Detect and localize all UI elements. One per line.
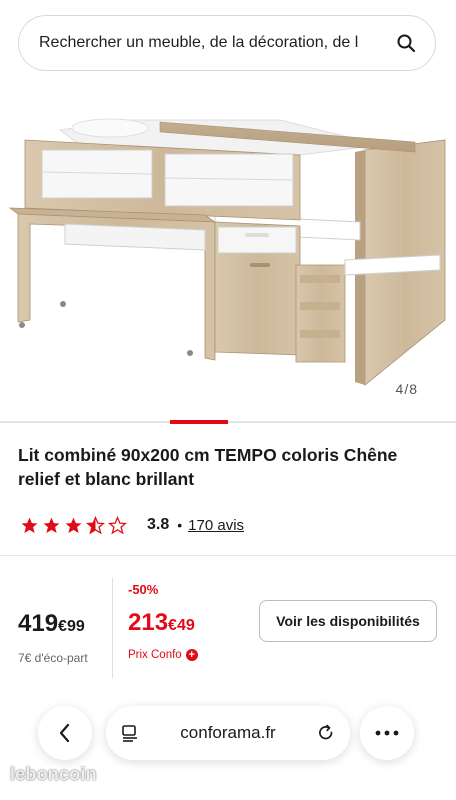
sale-price-main: 213 (128, 609, 169, 636)
gallery-progress-track (0, 421, 456, 423)
plus-icon[interactable]: + (185, 649, 198, 661)
search-bar[interactable]: Rechercher un meuble, de la décoration, … (18, 15, 436, 71)
chevron-left-icon (59, 723, 70, 743)
prix-confo-info[interactable]: Prix Confo + (128, 649, 198, 661)
reference-price-main: 419 (18, 610, 59, 637)
back-button[interactable] (38, 706, 92, 760)
star-empty-icon (108, 515, 127, 534)
section-divider (0, 555, 456, 556)
url-text[interactable]: conforama.fr (140, 723, 316, 743)
price-divider (112, 578, 113, 678)
reference-price-cents: €99 (58, 618, 85, 635)
rating-stars (20, 515, 127, 535)
star-full-icon (65, 517, 82, 533)
availability-button[interactable]: Voir les disponibilités (259, 600, 437, 642)
search-input[interactable]: Rechercher un meuble, de la décoration, … (39, 34, 391, 52)
star-full-icon (21, 517, 38, 533)
star-full-icon (43, 517, 60, 533)
image-counter: 4/8 (395, 381, 418, 397)
sale-price: 213€49 (128, 609, 195, 637)
discount-badge: -50% (128, 582, 159, 597)
more-horizontal-icon (375, 730, 399, 736)
rating-value: 3.8 (147, 516, 170, 533)
reload-icon[interactable] (316, 723, 336, 743)
reference-price: 419€99 (18, 610, 85, 638)
leboncoin-watermark: leboncoin (10, 764, 97, 784)
reader-icon[interactable] (120, 723, 140, 743)
product-image[interactable] (0, 90, 456, 420)
rating-row: 3.8 • 170 avis (20, 512, 244, 538)
address-bar[interactable]: conforama.fr (106, 706, 350, 760)
eco-part-label: 7€ d'éco-part (18, 651, 88, 665)
star-half-icon (86, 515, 105, 534)
reviews-link[interactable]: 170 avis (188, 517, 244, 534)
browser-bottom-bar: conforama.fr (0, 700, 456, 800)
more-options-button[interactable] (360, 706, 414, 760)
gallery-progress-indicator (170, 420, 228, 424)
search-icon[interactable] (391, 28, 421, 58)
rating-separator: • (177, 517, 183, 533)
prix-confo-label: Prix Confo (128, 649, 182, 661)
product-title: Lit combiné 90x200 cm TEMPO coloris Chên… (18, 445, 398, 489)
sale-price-cents: €49 (168, 617, 195, 634)
